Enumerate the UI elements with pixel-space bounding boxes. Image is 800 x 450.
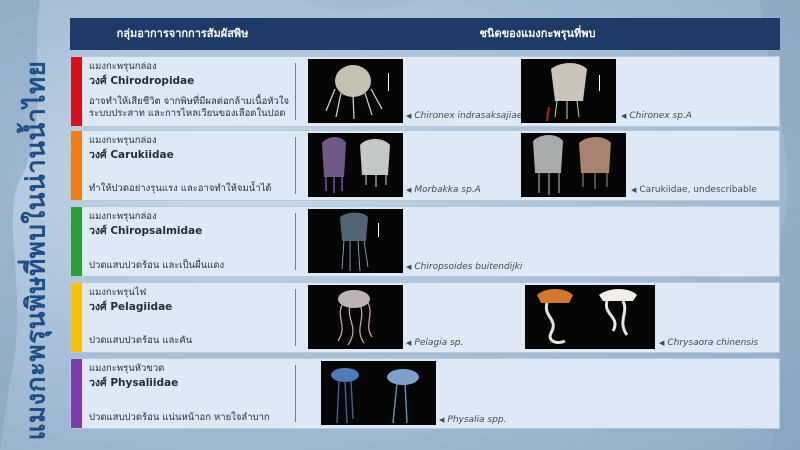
species-caption: ◀ Morbakka sp.A <box>406 185 481 195</box>
table-header: กลุ่มอาการจากการสัมผัสพิษ ชนิดของแมงกะพร… <box>70 18 780 50</box>
header-symptoms: กลุ่มอาการจากการสัมผัสพิษ <box>116 27 249 40</box>
species-caption: ◀ Chrysaora chinensis <box>659 338 759 348</box>
table-row-chiropsalmidae: แมงกะพรุนกล่อง วงศ์ Chiropsalmidae ปวดแส… <box>70 206 780 277</box>
row-divider <box>295 137 296 194</box>
jellyfish-photo <box>521 59 616 123</box>
species-caption: ◀ Chiropsoides buitendijki <box>406 262 523 272</box>
row-divider <box>295 213 296 270</box>
page-title: แมงกะพรุนพิษที่พบในน่านน้ำไทย <box>21 60 52 440</box>
jellyfish-photo <box>308 209 403 273</box>
species-caption: ◀ Physalia spp. <box>439 415 507 425</box>
jellyfish-family: วงศ์ Carukiidae <box>89 149 174 161</box>
header-species: ชนิดของแมงกะพรุนที่พบ <box>479 27 596 40</box>
species-caption: ◀ Carukiidae, undescribable <box>631 185 757 195</box>
symptom-text: ทำให้ปวดอย่างรุนแรง และอาจทำให้จมน้ำได้ <box>89 183 272 194</box>
species-caption: ◀ Chironex indrasaksajiae <box>406 111 523 121</box>
species-caption: ◀ Chironex sp.A <box>621 111 692 121</box>
color-bar-red <box>71 57 82 126</box>
symptom-text: ปวดแสบปวดร้อน และคัน <box>89 335 193 346</box>
color-bar-orange <box>71 131 82 200</box>
jellyfish-photo <box>308 285 403 349</box>
table-row-pelagiidae: แมงกะพรุนไฟ วงศ์ Pelagiidae ปวดแสบปวดร้อ… <box>70 282 780 353</box>
vertical-title-container: แมงกะพรุนพิษที่พบในน่านน้ำไทย <box>6 60 66 440</box>
table-row-chirodropidae: แมงกะพรุนกล่อง วงศ์ Chirodropidae อาจทำใ… <box>70 56 780 127</box>
jellyfish-photo <box>525 285 655 349</box>
symptom-text: ปวดแสบปวดร้อน และเป็นผื่นแดง <box>89 260 225 271</box>
jellyfish-photo <box>321 361 436 425</box>
color-bar-green <box>71 207 82 276</box>
symptom-text: อาจทำให้เสียชีวิต จากพิษที่มีผลต่อกล้ามเ… <box>89 96 290 119</box>
row-divider <box>295 365 296 422</box>
jellyfish-photo <box>308 59 403 123</box>
color-bar-yellow <box>71 283 82 352</box>
row-divider <box>295 289 296 346</box>
table-row-physaliidae: แมงกะพรุนหัวขวด วงศ์ Physaliidae ปวดแสบป… <box>70 358 780 429</box>
jellyfish-family: วงศ์ Chiropsalmidae <box>89 225 203 237</box>
jellyfish-photo <box>521 133 626 197</box>
jellyfish-family: วงศ์ Physaliidae <box>89 377 179 389</box>
row-divider <box>295 63 296 120</box>
jellyfish-family: วงศ์ Chirodropidae <box>89 75 195 87</box>
color-bar-purple <box>71 359 82 428</box>
jellyfish-photo <box>308 133 403 197</box>
table-row-carukiidae: แมงกะพรุนกล่อง วงศ์ Carukiidae ทำให้ปวดอ… <box>70 130 780 201</box>
symptom-text: ปวดแสบปวดร้อน แน่นหน้าอก หายใจลำบาก <box>89 412 270 423</box>
jellyfish-family: วงศ์ Pelagiidae <box>89 301 173 313</box>
species-caption: ◀ Pelagia sp. <box>406 338 464 348</box>
